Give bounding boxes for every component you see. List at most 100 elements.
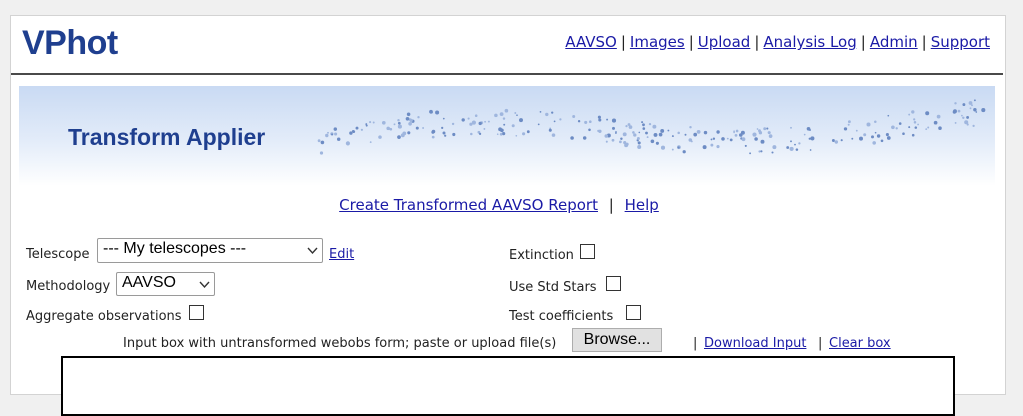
- star-dot: [597, 129, 600, 133]
- star-dot: [840, 139, 843, 142]
- star-dot: [652, 124, 657, 129]
- create-report-link[interactable]: Create Transformed AAVSO Report: [339, 196, 598, 214]
- star-dot: [952, 110, 957, 114]
- star-dot: [876, 134, 881, 138]
- test-coefficients-checkbox[interactable]: [626, 305, 641, 320]
- star-dot: [975, 111, 978, 113]
- star-dot: [452, 132, 456, 137]
- star-dot: [911, 133, 915, 137]
- star-dot: [539, 111, 542, 113]
- star-dot: [733, 131, 735, 134]
- star-dot: [483, 127, 486, 130]
- help-link[interactable]: Help: [625, 196, 659, 214]
- clear-box-link[interactable]: Clear box: [829, 336, 891, 351]
- star-dot: [334, 132, 338, 136]
- star-dot: [735, 129, 739, 133]
- star-dot: [973, 99, 976, 102]
- star-dot: [702, 145, 707, 150]
- use-std-stars-checkbox[interactable]: [606, 276, 621, 291]
- star-dot: [548, 128, 552, 132]
- extinction-checkbox[interactable]: [580, 244, 595, 259]
- star-dot: [606, 118, 609, 121]
- star-dot: [660, 128, 665, 133]
- star-dot: [637, 145, 642, 149]
- star-dot: [790, 140, 792, 143]
- telescope-edit-link[interactable]: Edit: [329, 247, 354, 262]
- methodology-label: Methodology: [26, 279, 111, 294]
- nav-link-admin[interactable]: Admin: [870, 33, 918, 51]
- page-banner: Transform Applier: [19, 86, 995, 186]
- star-dot: [911, 110, 915, 114]
- browse-button[interactable]: Browse...: [572, 328, 662, 352]
- star-dot: [885, 133, 889, 137]
- star-dot: [642, 127, 646, 130]
- star-dot: [597, 115, 601, 119]
- star-dot: [405, 116, 410, 121]
- star-dot: [809, 149, 812, 151]
- star-dot: [973, 107, 977, 112]
- methodology-select[interactable]: AAVSO: [116, 272, 215, 296]
- star-dot: [843, 127, 848, 131]
- star-dot: [431, 135, 435, 139]
- star-dot: [415, 126, 419, 130]
- star-dot: [677, 131, 680, 135]
- star-dot: [478, 121, 482, 126]
- star-dot: [913, 121, 917, 124]
- star-dot: [317, 139, 321, 143]
- nav-link-aavso[interactable]: AAVSO: [565, 33, 617, 51]
- star-dot: [667, 129, 670, 132]
- star-dot: [441, 126, 444, 129]
- star-dot: [553, 120, 556, 123]
- star-dot: [598, 118, 602, 122]
- star-dot: [772, 145, 777, 150]
- star-dot: [831, 139, 835, 142]
- star-dot: [933, 120, 938, 125]
- logo[interactable]: VPhot: [22, 24, 118, 63]
- header-divider: [11, 73, 1003, 75]
- star-dot: [677, 146, 680, 149]
- star-dot: [632, 131, 635, 134]
- star-dot: [768, 134, 773, 138]
- star-dot: [758, 150, 761, 153]
- aggregate-checkbox[interactable]: [189, 305, 204, 320]
- star-dot: [369, 121, 372, 124]
- star-dot: [451, 122, 455, 126]
- star-dot: [431, 129, 436, 134]
- star-dot: [470, 132, 473, 136]
- input-textarea[interactable]: [61, 356, 955, 416]
- nav-link-upload[interactable]: Upload: [698, 33, 751, 51]
- star-dot: [409, 118, 413, 123]
- nav-link-images[interactable]: Images: [630, 33, 685, 51]
- star-dot: [880, 139, 884, 143]
- chevron-down-icon: [307, 247, 318, 255]
- download-input-link[interactable]: Download Input: [704, 336, 806, 351]
- star-dot: [966, 123, 969, 126]
- telescope-label: Telescope: [26, 247, 90, 262]
- telescope-select[interactable]: --- My telescopes ---: [97, 238, 323, 263]
- star-dot: [620, 137, 623, 140]
- star-dot: [503, 123, 506, 126]
- star-dot: [682, 150, 686, 154]
- input-separator: |: [818, 336, 823, 351]
- star-dot: [789, 146, 794, 151]
- star-dot: [572, 115, 576, 118]
- nav-link-analysis-log[interactable]: Analysis Log: [763, 33, 856, 51]
- star-dot: [351, 129, 355, 133]
- star-dot: [954, 102, 957, 105]
- nav-separator: |: [620, 33, 626, 51]
- star-dot: [648, 122, 652, 126]
- star-dot: [871, 135, 874, 139]
- star-dot: [760, 139, 765, 144]
- nav-link-support[interactable]: Support: [931, 33, 990, 51]
- star-dot: [474, 114, 478, 117]
- star-dot: [381, 120, 386, 125]
- star-dot: [582, 136, 587, 140]
- star-dot: [749, 152, 752, 155]
- star-dot: [551, 133, 556, 137]
- star-dot: [471, 120, 476, 125]
- star-dot: [754, 137, 758, 141]
- star-dot: [771, 151, 774, 154]
- star-dot: [874, 131, 877, 134]
- star-dot: [638, 131, 641, 134]
- star-dot: [886, 136, 891, 140]
